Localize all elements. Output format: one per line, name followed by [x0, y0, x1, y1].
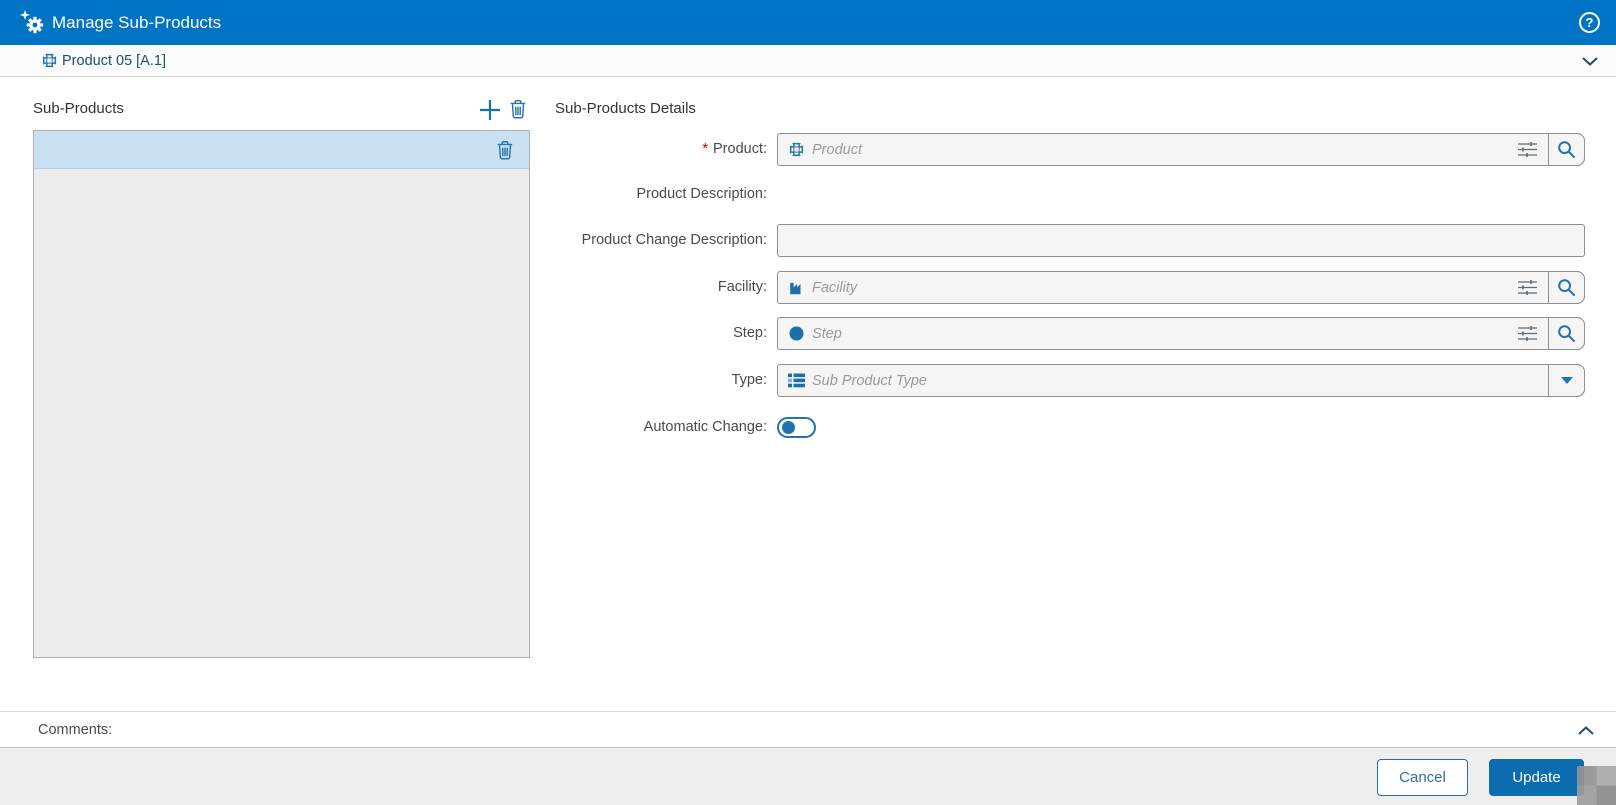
- add-sub-product-icon[interactable]: [479, 99, 501, 121]
- page-title: Manage Sub-Products: [52, 13, 222, 32]
- update-button[interactable]: Update: [1489, 759, 1584, 796]
- facility-search-button[interactable]: [1548, 271, 1585, 304]
- facility-field: [777, 271, 1585, 304]
- automatic-change-label: Automatic Change:: [643, 419, 767, 435]
- details-panel-title: Sub-Products Details: [555, 100, 696, 117]
- help-icon[interactable]: ?: [1579, 12, 1600, 33]
- context-header-row[interactable]: Product 05 [A.1]: [0, 45, 1616, 77]
- row-delete-icon[interactable]: [496, 140, 514, 160]
- automatic-change-toggle[interactable]: [777, 417, 816, 438]
- chevron-down-icon[interactable]: [1582, 57, 1598, 66]
- product-description-label: Product Description:: [636, 186, 767, 202]
- comments-label: Comments:: [38, 722, 113, 738]
- sub-products-list: [33, 130, 530, 658]
- type-dropdown-button[interactable]: [1548, 364, 1585, 397]
- sub-product-row-selected[interactable]: [34, 131, 529, 169]
- filter-icon[interactable]: [1517, 325, 1538, 342]
- product-icon: [787, 141, 805, 159]
- product-label: * Product:: [702, 141, 767, 157]
- sub-products-panel-title: Sub-Products: [33, 100, 124, 117]
- footer-bar: [0, 748, 1616, 805]
- facility-input[interactable]: [812, 273, 1517, 302]
- step-input[interactable]: [812, 319, 1517, 348]
- title-bar: Manage Sub-Products ?: [0, 0, 1616, 45]
- step-label: Step:: [733, 325, 767, 341]
- context-product-label: Product 05 [A.1]: [62, 53, 166, 69]
- toggle-knob: [782, 421, 795, 434]
- type-field: [777, 364, 1585, 397]
- step-field: [777, 317, 1585, 350]
- factory-icon: [787, 279, 805, 297]
- product-input[interactable]: [812, 135, 1517, 164]
- dropdown-arrow-icon: [1560, 377, 1573, 384]
- cancel-button[interactable]: Cancel: [1377, 759, 1468, 796]
- product-field: [777, 133, 1585, 166]
- product-change-description-field: [777, 224, 1585, 257]
- filter-icon[interactable]: [1517, 141, 1538, 158]
- step-search-button[interactable]: [1548, 317, 1585, 350]
- list-icon: [787, 372, 805, 390]
- product-change-description-label: Product Change Description:: [581, 232, 767, 248]
- comments-section-header[interactable]: Comments:: [0, 711, 1616, 748]
- required-marker: *: [702, 141, 708, 157]
- product-change-description-input[interactable]: [787, 226, 1584, 255]
- product-icon: [41, 52, 58, 69]
- chevron-up-icon[interactable]: [1578, 726, 1594, 735]
- filter-icon[interactable]: [1517, 279, 1538, 296]
- type-label: Type:: [731, 372, 767, 388]
- gray-cursor-artifact: [1577, 766, 1616, 805]
- delete-sub-product-icon[interactable]: [509, 99, 527, 119]
- facility-label: Facility:: [717, 279, 767, 295]
- product-search-button[interactable]: [1548, 133, 1585, 166]
- gear-icon: [20, 10, 46, 36]
- type-input[interactable]: [812, 366, 1548, 395]
- step-circle-icon: [787, 325, 805, 343]
